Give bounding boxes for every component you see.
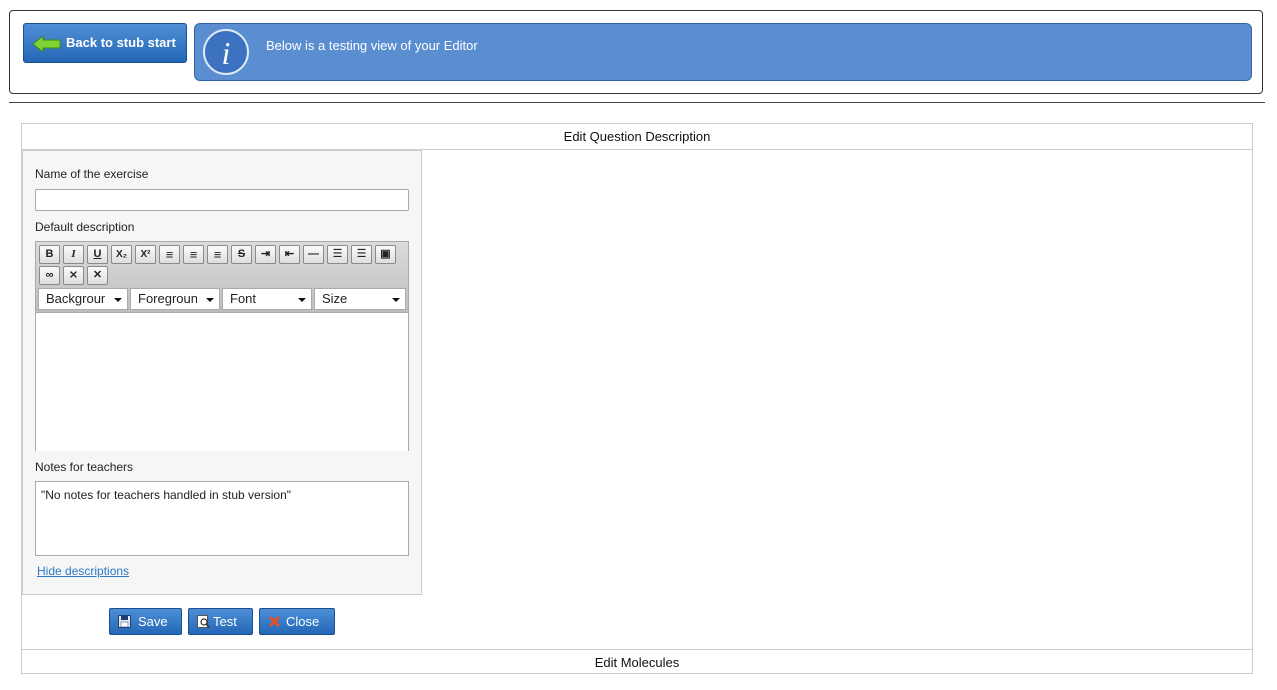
divider bbox=[9, 102, 1265, 103]
link-icon[interactable]: ∞ bbox=[39, 266, 60, 285]
size-select[interactable]: Size bbox=[314, 288, 406, 310]
floppy-disk-icon bbox=[118, 615, 131, 628]
bold-icon[interactable]: B bbox=[39, 245, 60, 264]
save-button[interactable]: Save bbox=[109, 608, 182, 635]
panel-title: Edit Question Description bbox=[22, 124, 1252, 150]
background-select-label: Background bbox=[46, 291, 105, 306]
superscript-icon[interactable]: X² bbox=[135, 245, 156, 264]
foreground-select-label: Foreground bbox=[138, 291, 197, 306]
back-to-stub-start-button[interactable]: Back to stub start bbox=[23, 23, 187, 63]
close-button[interactable]: Close bbox=[259, 608, 335, 635]
info-text: Below is a testing view of your Editor bbox=[266, 38, 478, 53]
align-center-icon[interactable]: ≡ bbox=[183, 245, 204, 264]
ordered-list-icon[interactable]: ☰ bbox=[327, 245, 348, 264]
top-bar: Back to stub start i Below is a testing … bbox=[9, 10, 1263, 94]
chevron-down-icon bbox=[392, 298, 400, 302]
indent-icon[interactable]: ⇥ bbox=[255, 245, 276, 264]
info-icon: i bbox=[203, 29, 249, 75]
unlink-icon[interactable]: ⨯ bbox=[63, 266, 84, 285]
chevron-down-icon bbox=[206, 298, 214, 302]
close-icon bbox=[268, 615, 281, 628]
align-left-icon[interactable]: ≡ bbox=[159, 245, 180, 264]
save-button-label: Save bbox=[138, 614, 168, 629]
back-button-label: Back to stub start bbox=[66, 35, 176, 50]
svg-text:i: i bbox=[222, 35, 231, 71]
underline-icon[interactable]: U bbox=[87, 245, 108, 264]
background-select[interactable]: Background bbox=[38, 288, 128, 310]
close-button-label: Close bbox=[286, 614, 320, 629]
edit-molecules-section-title[interactable]: Edit Molecules bbox=[22, 649, 1252, 674]
test-button-label: Test bbox=[213, 614, 237, 629]
description-label: Default description bbox=[35, 220, 135, 234]
subscript-icon[interactable]: X₂ bbox=[111, 245, 132, 264]
rich-text-editor: B I U X₂ X² ≡ ≡ ≡ S ⇥ ⇤ — ☰ ☰ ▣ ∞ ⨯ ✕ Ba… bbox=[35, 241, 409, 451]
size-select-label: Size bbox=[322, 291, 348, 306]
preview-icon bbox=[197, 615, 210, 628]
description-form: Name of the exercise Default description… bbox=[22, 150, 422, 595]
chevron-down-icon bbox=[298, 298, 306, 302]
align-right-icon[interactable]: ≡ bbox=[207, 245, 228, 264]
exercise-name-input[interactable] bbox=[35, 189, 409, 211]
unordered-list-icon[interactable]: ☰ bbox=[351, 245, 372, 264]
image-icon[interactable]: ▣ bbox=[375, 245, 396, 264]
test-button[interactable]: Test bbox=[188, 608, 253, 635]
edit-panel: Edit Question Description Name of the ex… bbox=[21, 123, 1253, 674]
name-label: Name of the exercise bbox=[35, 167, 149, 181]
font-select-label: Font bbox=[230, 291, 257, 306]
italic-icon[interactable]: I bbox=[63, 245, 84, 264]
info-banner: i Below is a testing view of your Editor bbox=[194, 23, 1252, 81]
hide-descriptions-link[interactable]: Hide descriptions bbox=[37, 564, 129, 578]
editor-toolbar: B I U X₂ X² ≡ ≡ ≡ S ⇥ ⇤ — ☰ ☰ ▣ ∞ ⨯ ✕ Ba… bbox=[36, 242, 408, 312]
horizontal-rule-icon[interactable]: — bbox=[303, 245, 324, 264]
notes-label: Notes for teachers bbox=[35, 460, 134, 474]
chevron-down-icon bbox=[114, 298, 122, 302]
font-select[interactable]: Font bbox=[222, 288, 312, 310]
remove-format-icon[interactable]: ✕ bbox=[87, 266, 108, 285]
arrow-left-icon bbox=[33, 36, 61, 52]
editor-content-area[interactable] bbox=[36, 312, 408, 451]
outdent-icon[interactable]: ⇤ bbox=[279, 245, 300, 264]
notes-textarea[interactable]: "No notes for teachers handled in stub v… bbox=[35, 481, 409, 556]
foreground-select[interactable]: Foreground bbox=[130, 288, 220, 310]
strikethrough-icon[interactable]: S bbox=[231, 245, 252, 264]
